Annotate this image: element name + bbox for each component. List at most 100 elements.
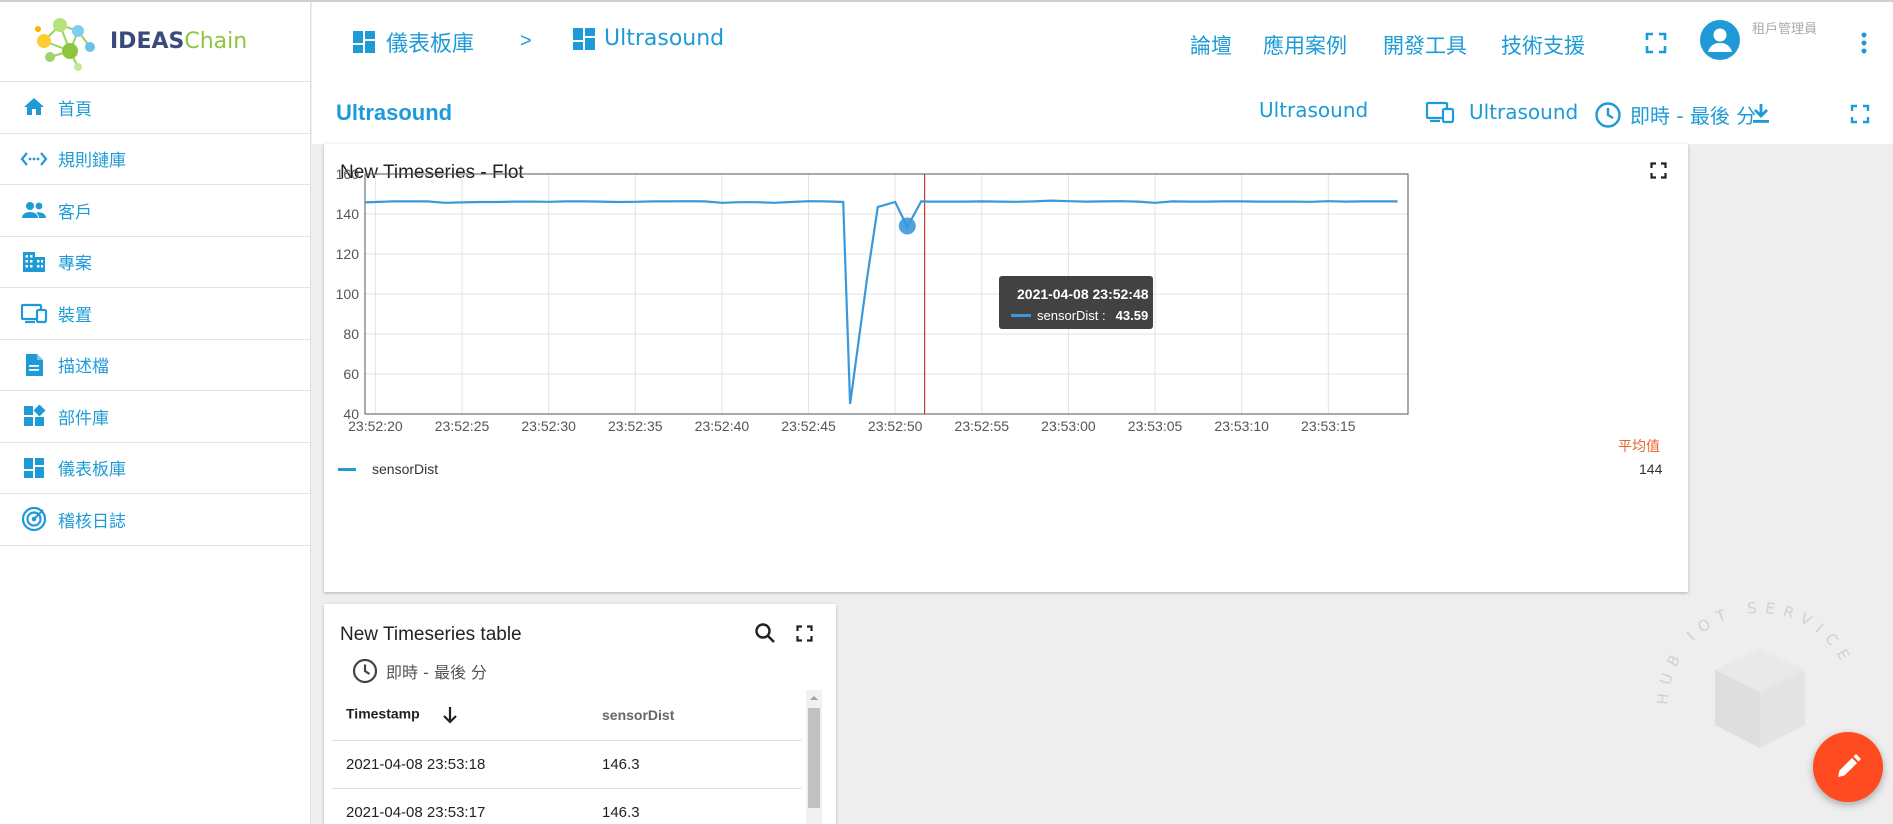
hover-point bbox=[898, 217, 916, 235]
table-container: Timestamp sensorDist 2021-04-08 23:53:18… bbox=[332, 690, 802, 824]
x-tick-label: 23:53:00 bbox=[1041, 418, 1096, 434]
sidebar-item-label: 描述檔 bbox=[58, 357, 109, 378]
state-select[interactable]: Ultrasound bbox=[1259, 98, 1368, 122]
widget-title: New Timeseries table bbox=[340, 624, 522, 645]
audit-log-icon bbox=[20, 505, 48, 533]
dashboard-icon bbox=[20, 454, 48, 482]
arrow-down-icon bbox=[442, 706, 457, 724]
user-role: 租戶管理員 bbox=[1752, 22, 1818, 37]
download-icon[interactable] bbox=[1750, 102, 1772, 129]
table-row[interactable]: 2021-04-08 23:53:17 146.3 bbox=[332, 788, 802, 824]
y-tick-label: 160 bbox=[336, 166, 360, 182]
pencil-icon bbox=[1838, 754, 1861, 777]
top-header: 儀表板庫 > Ultrasound 論壇 應用案例 開發工具 技術支援 租戶管理… bbox=[312, 2, 1893, 82]
dashboard-icon bbox=[353, 31, 375, 53]
column-header-timestamp[interactable]: Timestamp bbox=[332, 690, 588, 741]
sidebar-item-rule-chains[interactable]: 規則鏈庫 bbox=[0, 134, 310, 185]
people-icon bbox=[20, 196, 48, 224]
chart-legend[interactable]: sensorDist bbox=[338, 461, 438, 477]
fullscreen-icon[interactable] bbox=[1645, 32, 1667, 59]
dashboard-toolbar: Ultrasound Ultrasound Ultrasound 即時 - 最後… bbox=[312, 82, 1893, 144]
link-forum[interactable]: 論壇 bbox=[1190, 30, 1232, 60]
entity-alias-select[interactable]: Ultrasound bbox=[1425, 100, 1578, 124]
column-header-sensorDist[interactable]: sensorDist bbox=[588, 690, 802, 741]
legend-label: sensorDist bbox=[372, 461, 439, 477]
sidebar-item-label: 裝置 bbox=[58, 305, 92, 326]
logo-network-icon bbox=[35, 17, 95, 71]
edit-fab-button[interactable] bbox=[1813, 732, 1883, 802]
x-tick-label: 23:52:20 bbox=[348, 418, 403, 434]
app-logo[interactable]: IDEASChain bbox=[0, 2, 310, 82]
cell-value: 146.3 bbox=[588, 740, 802, 789]
sidebar-item-label: 規則鏈庫 bbox=[58, 151, 126, 172]
x-tick-label: 23:52:35 bbox=[608, 418, 663, 434]
timewindow-label: 即時 - 最後 分 bbox=[386, 663, 488, 682]
tooltip-value: 43.59 bbox=[1115, 308, 1149, 323]
widgets-icon bbox=[20, 402, 48, 430]
sidebar-item-devices[interactable]: 裝置 bbox=[0, 288, 310, 340]
link-support[interactable]: 技術支援 bbox=[1501, 30, 1585, 60]
breadcrumb-dashboards[interactable]: 儀表板庫 bbox=[352, 26, 474, 58]
avg-value: 144 bbox=[1639, 461, 1663, 477]
sidebar-item-label: 客戶 bbox=[58, 202, 92, 223]
x-tick-label: 23:53:05 bbox=[1128, 418, 1183, 434]
legend-swatch bbox=[338, 467, 356, 471]
scrollbar-thumb[interactable] bbox=[808, 708, 820, 808]
x-tick-label: 23:52:50 bbox=[868, 418, 923, 434]
timewindow-select[interactable]: 即時 - 最後 分 bbox=[1594, 100, 1756, 129]
series-line-sensorDist bbox=[364, 199, 1398, 405]
sidebar-item-customers[interactable]: 客戶 bbox=[0, 185, 310, 237]
line-chart[interactable]: 406080100120140160 23:52:20 23:52:25 23:52… bbox=[324, 144, 1688, 592]
document-icon bbox=[20, 351, 48, 379]
sidebar-item-label: 稽核日誌 bbox=[58, 511, 126, 532]
devices-icon bbox=[1425, 101, 1455, 124]
more-vert-icon[interactable] bbox=[1860, 32, 1868, 59]
logo-text: IDEASChain bbox=[110, 29, 248, 54]
breadcrumb-current: Ultrasound bbox=[572, 26, 724, 51]
devices-icon bbox=[20, 299, 48, 327]
entity-alias-label: Ultrasound bbox=[1469, 100, 1579, 124]
sidebar-item-profiles[interactable]: 描述檔 bbox=[0, 340, 310, 391]
scrollbar[interactable] bbox=[806, 690, 822, 824]
y-tick-label: 140 bbox=[336, 206, 360, 222]
column-header-label: Timestamp bbox=[346, 705, 420, 722]
breadcrumb-label: Ultrasound bbox=[604, 26, 725, 51]
y-tick-label: 120 bbox=[336, 246, 360, 262]
tooltip-series-name: sensorDist : bbox=[1037, 308, 1106, 323]
sidebar-item-home[interactable]: 首頁 bbox=[0, 82, 310, 134]
cell-value: 146.3 bbox=[588, 788, 802, 824]
fullscreen-icon[interactable] bbox=[796, 625, 813, 647]
x-tick-label: 23:53:15 bbox=[1301, 418, 1356, 434]
sidebar-item-label: 儀表板庫 bbox=[58, 460, 126, 481]
x-tick-label: 23:52:40 bbox=[695, 418, 750, 434]
avatar[interactable] bbox=[1700, 20, 1740, 65]
search-icon[interactable] bbox=[754, 622, 776, 649]
scroll-up-arrow-icon bbox=[810, 696, 818, 700]
code-arrows-icon bbox=[20, 145, 48, 173]
link-dev-tools[interactable]: 開發工具 bbox=[1383, 30, 1467, 60]
building-icon bbox=[20, 248, 48, 276]
x-tick-label: 23:53:10 bbox=[1214, 418, 1269, 434]
link-use-cases[interactable]: 應用案例 bbox=[1263, 30, 1347, 60]
dashboard-title: Ultrasound bbox=[336, 100, 453, 125]
y-tick-label: 60 bbox=[343, 366, 359, 382]
breadcrumb-label: 儀表板庫 bbox=[386, 32, 475, 57]
y-tick-label: 100 bbox=[336, 286, 360, 302]
cell-timestamp: 2021-04-08 23:53:17 bbox=[332, 788, 588, 824]
table-timewindow[interactable]: 即時 - 最後 分 bbox=[352, 658, 487, 684]
dashboard-icon bbox=[573, 27, 595, 50]
tooltip-series-swatch bbox=[1011, 314, 1031, 317]
table-row[interactable]: 2021-04-08 23:53:18 146.3 bbox=[332, 740, 802, 789]
sidebar-item-widgets[interactable]: 部件庫 bbox=[0, 391, 310, 443]
flot-widget: New Timeseries - Flot 40 60 80 100 120 140 160… bbox=[324, 144, 1688, 592]
timewindow-label: 即時 - 最後 分 bbox=[1630, 104, 1757, 128]
fullscreen-icon[interactable] bbox=[1850, 104, 1870, 129]
sidebar-item-dashboards[interactable]: 儀表板庫 bbox=[0, 443, 310, 494]
sidebar-item-audit-logs[interactable]: 稽核日誌 bbox=[0, 494, 310, 546]
tooltip-time: 2021-04-08 23:52:48 bbox=[1017, 286, 1149, 302]
sidebar-item-label: 首頁 bbox=[58, 99, 92, 120]
clock-icon bbox=[1595, 101, 1621, 128]
table-header-row: Timestamp sensorDist bbox=[332, 690, 802, 741]
avg-label: 平均值 bbox=[1618, 438, 1660, 454]
sidebar-item-assets[interactable]: 專案 bbox=[0, 237, 310, 288]
